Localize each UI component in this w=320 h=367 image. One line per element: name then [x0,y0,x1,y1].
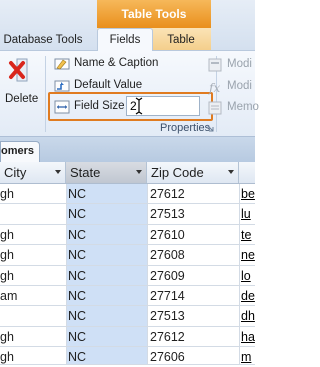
table-row[interactable]: NC 27513 dh [0,306,255,327]
table-row[interactable]: gh NC 27612 ha [0,327,255,348]
ribbon-tab-strip-right [211,0,255,50]
table-row[interactable]: am NC 27714 de [0,286,255,307]
cell-email-link[interactable]: te [241,225,255,245]
memo-icon[interactable] [207,100,223,116]
modify-lookups-button[interactable]: Modi [227,58,252,70]
chevron-down-icon[interactable] [228,170,234,174]
svg-text:fx: fx [208,81,220,95]
cell-city[interactable]: am [0,286,64,306]
cell-zip-code[interactable]: 27513 [150,306,238,326]
cell-zip-code[interactable]: 27612 [150,327,238,347]
cell-zip-code[interactable]: 27612 [150,184,238,204]
chevron-down-icon[interactable] [55,170,61,174]
dialog-launcher-icon[interactable] [206,124,214,132]
cell-city[interactable]: gh [0,184,64,204]
column-header-state[interactable]: State [66,162,147,183]
cell-city[interactable]: gh [0,347,64,367]
document-tab-customers[interactable]: omers [0,141,40,162]
chevron-down-icon[interactable] [136,170,142,174]
cell-state[interactable]: NC [68,204,146,224]
cell-email-link[interactable]: de [241,286,255,306]
cell-zip-code[interactable]: 27513 [150,204,238,224]
memo-settings-button[interactable]: Memo [227,101,259,113]
cell-email-link[interactable]: be [241,184,255,204]
cell-state[interactable]: NC [68,327,146,347]
ribbon-group-separator [45,56,46,132]
cell-state[interactable]: NC [68,266,146,286]
default-value-button[interactable]: Default Value [74,79,142,91]
table-row[interactable]: gh NC 27612 be [0,184,255,205]
cell-city[interactable]: gh [0,266,64,286]
tab-table[interactable]: Table [156,30,206,50]
modify-icon[interactable] [207,57,223,73]
modify-expression-button[interactable]: Modi [227,80,252,92]
cell-city[interactable]: gh [0,245,64,265]
cell-email-link[interactable]: lo [241,266,255,286]
cell-state[interactable]: NC [68,245,146,265]
cell-city[interactable]: gh [0,327,64,347]
cell-state[interactable]: NC [68,306,146,326]
table-row[interactable]: gh NC 27608 ne [0,245,255,266]
column-header-city-label: City [4,165,27,180]
cell-state[interactable]: NC [68,286,146,306]
cell-state[interactable]: NC [68,225,146,245]
cell-city[interactable]: gh [0,225,64,245]
name-caption-icon[interactable] [54,56,70,72]
column-header-zip-code[interactable]: Zip Code [147,162,239,183]
name-caption-button[interactable]: Name & Caption [74,57,158,69]
cell-email-link[interactable]: ha [241,327,255,347]
cell-city[interactable] [0,204,64,224]
cell-zip-code[interactable]: 27609 [150,266,238,286]
tab-database-tools[interactable]: Database Tools [0,30,86,50]
cell-zip-code[interactable]: 27606 [150,347,238,367]
cell-zip-code[interactable]: 27714 [150,286,238,306]
table-row[interactable]: gh NC 27606 m [0,347,255,365]
modify-expression-icon[interactable]: fx [207,79,223,95]
cell-city[interactable] [0,306,64,326]
table-row[interactable]: NC 27513 lu [0,204,255,225]
cell-email-link[interactable]: lu [241,204,255,224]
field-size-highlight-box [48,92,213,121]
delete-x-icon[interactable] [8,57,34,87]
table-tools-context-header: Table Tools [97,0,211,28]
cell-state[interactable]: NC [68,184,146,204]
column-header-city[interactable]: City [0,162,66,183]
column-header-state-label: State [70,165,101,180]
table-row[interactable]: gh NC 27610 te [0,225,255,246]
cell-zip-code[interactable]: 27608 [150,245,238,265]
cell-state[interactable]: NC [68,347,146,367]
properties-group-label: Properties [160,122,211,134]
cell-email-link[interactable]: dh [241,306,255,326]
tab-fields[interactable]: Fields [97,28,153,51]
column-header-zip-code-label: Zip Code [151,165,204,180]
cell-email-link[interactable]: ne [241,245,255,265]
table-row[interactable]: gh NC 27609 lo [0,266,255,286]
column-header-next[interactable] [239,162,255,183]
column-header-row: City State Zip Code [0,162,255,184]
cell-zip-code[interactable]: 27610 [150,225,238,245]
cell-email-link[interactable]: m [241,347,255,367]
delete-button-label[interactable]: Delete [5,93,38,105]
